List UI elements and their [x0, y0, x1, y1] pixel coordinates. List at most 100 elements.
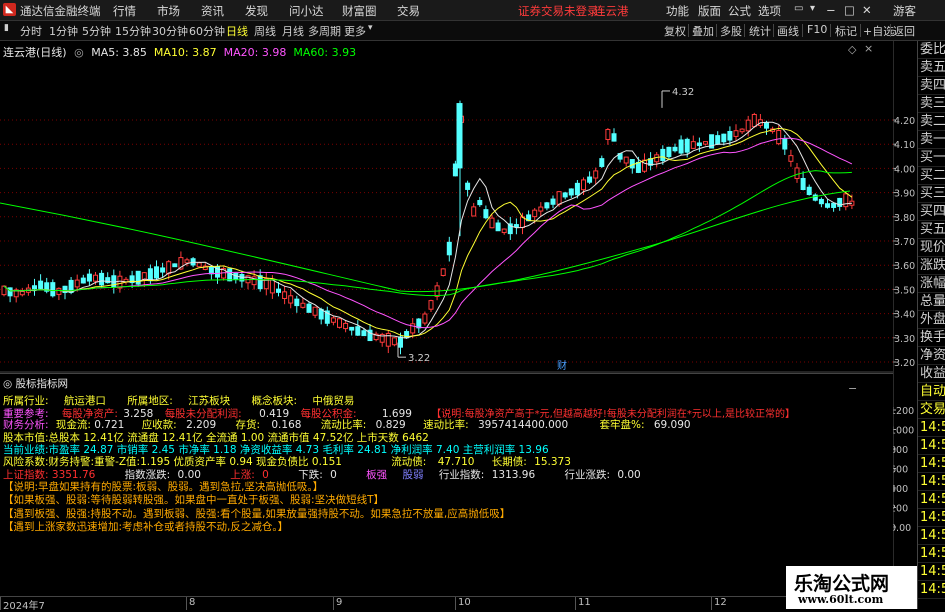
- side-item[interactable]: 14:56: [918, 527, 945, 545]
- side-item[interactable]: 卖一: [918, 131, 945, 149]
- period-monthly[interactable]: 月线: [282, 23, 304, 39]
- candle-body: [398, 336, 403, 348]
- candle-body: [257, 275, 263, 290]
- price-tick-label: 3.60: [894, 261, 915, 272]
- menu-formula[interactable]: 公式: [728, 3, 751, 19]
- maximize-icon[interactable]: □: [844, 3, 855, 17]
- period-5min[interactable]: 5分钟: [82, 23, 111, 39]
- collapse-icon[interactable]: ▮: [4, 23, 9, 33]
- finance-marker: 财: [557, 359, 567, 372]
- side-item[interactable]: 卖二: [918, 113, 945, 131]
- period-15min[interactable]: 15分钟: [115, 23, 151, 39]
- menu-discover[interactable]: 发现: [245, 3, 268, 19]
- ma5-label: MA5: 3.85: [91, 46, 147, 59]
- toolbar-divider: [802, 24, 803, 37]
- candlestick-chart[interactable]: 4.32 3.22 财: [0, 41, 893, 373]
- lock-value: 69.090: [653, 419, 691, 431]
- tool-drawline[interactable]: 画线: [777, 23, 799, 39]
- side-item[interactable]: 买四: [918, 203, 945, 221]
- candle-body: [465, 182, 471, 190]
- period-60min[interactable]: 60分钟: [189, 23, 225, 39]
- board-strong-label: 板强: [366, 469, 388, 481]
- more-down-icon[interactable]: ▾: [368, 23, 373, 33]
- candle-body: [269, 279, 275, 294]
- side-item[interactable]: 卖四: [918, 77, 945, 95]
- period-1min[interactable]: 1分钟: [49, 23, 78, 39]
- user-guest[interactable]: 游客: [893, 3, 916, 19]
- candle-body: [7, 287, 13, 297]
- side-item[interactable]: 涨幅: [918, 275, 945, 293]
- menu-quotes[interactable]: 行情: [113, 3, 136, 19]
- price-tick-label: 3.30: [894, 334, 915, 345]
- menu-ask[interactable]: 问小达: [289, 3, 324, 19]
- side-item[interactable]: 现价: [918, 239, 945, 257]
- side-item[interactable]: 14:56: [918, 563, 945, 581]
- side-item[interactable]: 涨跌: [918, 257, 945, 275]
- side-item[interactable]: 委比: [918, 41, 945, 59]
- side-item[interactable]: 总量: [918, 293, 945, 311]
- candle-body: [733, 130, 739, 137]
- indicator-settings-icon[interactable]: ◎: [3, 378, 12, 390]
- menu-function[interactable]: 功能: [666, 3, 689, 19]
- side-item[interactable]: 净资: [918, 347, 945, 365]
- tool-f10[interactable]: F10: [807, 23, 827, 36]
- period-intraday[interactable]: 分时: [20, 23, 42, 39]
- side-item[interactable]: 14:56: [918, 545, 945, 563]
- menu-down-icon[interactable]: ▾: [810, 3, 815, 14]
- side-item[interactable]: 外盘: [918, 311, 945, 329]
- side-item[interactable]: 14:56: [918, 473, 945, 491]
- menu-wealth[interactable]: 财富圈: [342, 3, 377, 19]
- candle-body: [50, 282, 56, 297]
- close-icon[interactable]: ✕: [862, 3, 872, 17]
- chart-close-icon[interactable]: ×: [864, 42, 873, 55]
- side-item[interactable]: 换手: [918, 329, 945, 347]
- tool-statistics[interactable]: 统计: [749, 23, 771, 39]
- indicator-collapse-icon[interactable]: −: [848, 382, 857, 395]
- candle-body: [587, 176, 593, 183]
- menu-layout[interactable]: 版面: [698, 3, 721, 19]
- side-item[interactable]: 买二: [918, 167, 945, 185]
- side-item[interactable]: 14:56: [918, 509, 945, 527]
- candle-body: [672, 146, 678, 152]
- candle-body: [513, 224, 519, 228]
- side-item[interactable]: 买五: [918, 221, 945, 239]
- min-icon[interactable]: ▭: [794, 3, 803, 14]
- period-multi[interactable]: 多周期: [308, 23, 341, 39]
- menu-trade[interactable]: 交易: [397, 3, 420, 19]
- period-daily[interactable]: 日线: [226, 23, 248, 39]
- candle-body: [361, 330, 367, 337]
- tool-adjust[interactable]: 复权: [664, 23, 686, 39]
- side-item[interactable]: 买三: [918, 185, 945, 203]
- side-item[interactable]: 买一: [918, 149, 945, 167]
- side-item[interactable]: 卖五: [918, 59, 945, 77]
- menu-market[interactable]: 市场: [157, 3, 180, 19]
- candle-body: [306, 303, 312, 313]
- tool-back[interactable]: 返回: [893, 23, 915, 39]
- candle-body: [696, 142, 702, 147]
- candle-body: [489, 217, 495, 229]
- quote-side-panel[interactable]: 委比 卖五 卖四 卖三 卖二 卖一 买一 买二 买三 买四 买五 现价 涨跌 涨幅 总量 外盘 换手 净资 收益 自动…: [917, 41, 945, 609]
- chart-pin-icon[interactable]: ◇: [848, 43, 856, 56]
- side-item[interactable]: 卖三: [918, 95, 945, 113]
- side-item[interactable]: 14:56: [918, 581, 945, 599]
- side-item[interactable]: 收益: [918, 365, 945, 383]
- side-item[interactable]: 14:56: [918, 419, 945, 437]
- side-item[interactable]: 14:56: [918, 455, 945, 473]
- side-item[interactable]: 自动: [918, 383, 945, 401]
- tool-overlay[interactable]: 叠加: [692, 23, 714, 39]
- menu-options[interactable]: 选项: [758, 3, 781, 19]
- side-item[interactable]: 14:56: [918, 491, 945, 509]
- tool-multistock[interactable]: 多股: [720, 23, 742, 39]
- chart-settings-icon[interactable]: ◎: [74, 46, 84, 59]
- tool-mark[interactable]: 标记: [835, 23, 857, 39]
- period-weekly[interactable]: 周线: [254, 23, 276, 39]
- side-item[interactable]: 14:56: [918, 437, 945, 455]
- candle-body: [227, 268, 233, 282]
- menu-news[interactable]: 资讯: [201, 3, 224, 19]
- period-more[interactable]: 更多: [344, 23, 366, 39]
- price-tick-label: 3.50: [894, 285, 915, 296]
- period-30min[interactable]: 30分钟: [152, 23, 188, 39]
- side-item[interactable]: 交易: [918, 401, 945, 419]
- app-logo-icon: ◣: [3, 3, 16, 16]
- minimize-icon[interactable]: −: [826, 3, 836, 17]
